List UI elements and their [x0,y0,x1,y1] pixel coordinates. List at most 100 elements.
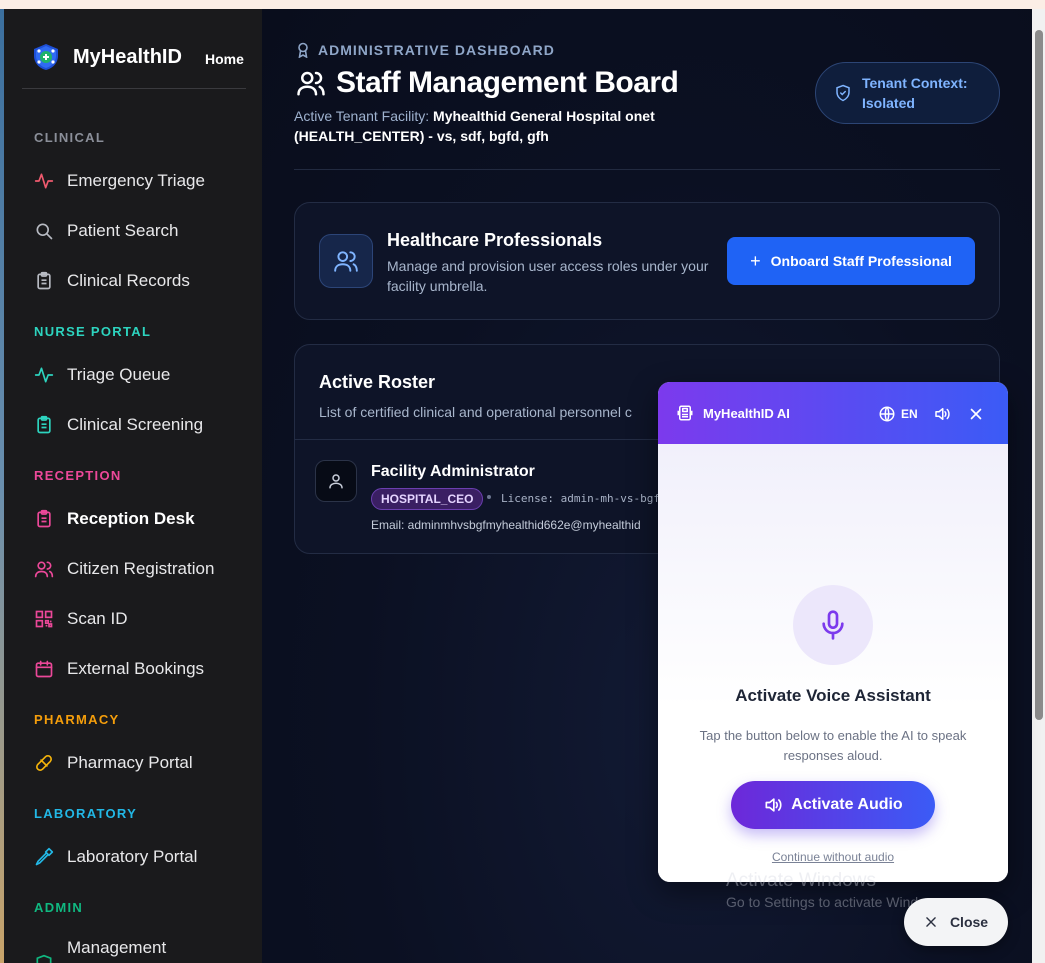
pill-icon [36,755,52,771]
tenant-context-badge: Tenant Context: Isolated [815,62,1000,124]
activity-icon [34,173,54,189]
sidebar-item-reception-desk[interactable]: Reception Desk [34,506,195,532]
sidebar: MyHealthID Home CLINICAL Emergency Triag… [4,9,262,963]
users-icon [297,71,325,96]
voice-assistant-description: Tap the button below to enable the AI to… [699,728,967,763]
watermark-line-1: Activate Windows [726,870,876,891]
clipboard-icon [37,415,51,434]
professionals-title: Healthcare Professionals [387,230,603,250]
globe-icon [879,406,895,422]
activate-audio-label: Activate Audio [791,796,903,813]
roster-subtitle: List of certified clinical and operation… [319,404,632,420]
award-icon [298,42,308,58]
divider [294,169,1000,170]
sidebar-item-label: Reception Desk [67,509,195,528]
sidebar-item-label: Triage Queue [67,365,171,384]
section-label-clinical: CLINICAL [34,130,106,145]
sidebar-item-label: Clinical Screening [67,415,204,434]
mic-badge [793,585,873,665]
calendar-icon [35,660,53,678]
tenant-context-text: Tenant Context: Isolated [862,75,968,111]
shield-icon [36,954,52,963]
activity-icon [34,367,54,383]
section-label-reception: RECEPTION [34,468,122,483]
sidebar-item-label: Laboratory Portal [67,847,198,866]
separator-dot [487,495,491,499]
onboard-staff-button[interactable]: + Onboard Staff Professional [727,237,975,285]
section-label-admin: ADMIN [34,900,84,915]
brand-name: MyHealthID [73,45,182,68]
breadcrumb-text: ADMINISTRATIVE DASHBOARD [318,42,555,58]
breadcrumb: ADMINISTRATIVE DASHBOARD [296,42,555,58]
shield-check-icon [836,84,850,102]
clipboard-icon [37,509,51,528]
email-text: Email: adminmhvsbgfmyhealthid662e@myheal… [371,518,641,532]
users-icon [34,561,54,578]
section-label-nurse-portal: NURSE PORTAL [34,324,152,339]
robot-icon [677,405,693,421]
activate-audio-button[interactable]: Activate Audio [731,781,935,829]
professionals-subtitle: Manage and provision user access roles u… [387,258,709,294]
volume-icon [765,798,782,812]
sidebar-item-label: Clinical Records [67,271,190,290]
role-badge: HOSPITAL_CEO [371,488,484,510]
qr-code-icon [35,610,53,628]
sidebar-item-patient-search[interactable]: Patient Search [34,218,179,244]
sidebar-item-scan-id[interactable]: Scan ID [34,606,127,632]
search-icon [36,223,53,240]
voice-assistant-heading: Activate Voice Assistant [735,686,931,705]
sidebar-item-label: Management [67,938,167,957]
pipette-icon [35,847,54,866]
scrollbar-thumb[interactable] [1035,30,1043,720]
section-label-pharmacy: PHARMACY [34,712,120,727]
user-icon [329,474,343,489]
browser-top-strip [0,0,1045,9]
facility-info: Active Tenant Facility: Myhealthid Gener… [294,106,714,146]
sidebar-item-external-bookings[interactable]: External Bookings [34,656,204,682]
roster-title: Active Roster [319,372,436,392]
sidebar-item-laboratory-portal[interactable]: Laboratory Portal [34,844,197,870]
professionals-icon-box [319,234,373,288]
section-label-laboratory: LABORATORY [34,806,138,821]
users-icon [334,251,358,272]
close-icon [926,917,936,927]
divider [22,88,246,89]
language-selector[interactable]: EN [878,405,918,423]
home-link[interactable]: Home [205,51,244,67]
sidebar-item-emergency-triage[interactable]: Emergency Triage [34,168,205,194]
sidebar-item-triage-queue[interactable]: Triage Queue [34,362,170,388]
sidebar-item-label: Scan ID [67,609,128,628]
sidebar-item-pharmacy-portal[interactable]: Pharmacy Portal [34,750,193,776]
sidebar-item-citizen-registration[interactable]: Citizen Registration [34,556,214,582]
close-button-label: Close [949,914,989,930]
sidebar-item-clinical-screening[interactable]: Clinical Screening [34,412,203,438]
ai-panel-body: Activate Voice Assistant Tap the button … [658,444,1008,882]
logo-shield-icon [34,44,58,70]
sidebar-item-label: Patient Search [67,221,179,240]
facility-label: Active Tenant Facility: [294,108,430,124]
clipboard-icon [37,271,51,290]
ai-assistant-panel: MyHealthID AI EN Activate Voice Assistan… [658,382,1008,882]
sidebar-item-clinical-records[interactable]: Clinical Records [34,268,190,294]
close-icon[interactable] [967,405,985,423]
sidebar-item-label: Emergency Triage [67,171,205,190]
page-title: Staff Management Board [296,66,679,100]
staff-name[interactable]: Facility Administrator [371,463,535,481]
avatar [315,460,357,502]
ai-panel-header: MyHealthID AI EN [658,382,1008,444]
sidebar-item-label: External Bookings [67,659,205,678]
close-button[interactable]: Close [904,898,1008,946]
onboard-staff-label: Onboard Staff Professional [770,253,952,269]
language-code: EN [901,407,918,421]
continue-without-audio-link[interactable]: Continue without audio [658,850,1008,864]
brand[interactable]: MyHealthID [32,43,182,71]
sidebar-item-label: Pharmacy Portal [67,753,193,772]
sidebar-item-label: Citizen Registration [67,559,215,578]
plus-icon: + [750,250,761,271]
microphone-icon [822,610,844,640]
volume-icon[interactable] [933,405,951,423]
page-title-text: Staff Management Board [336,66,679,99]
license-text: License: admin-mh-vs-bgf [501,492,658,505]
sidebar-item-management[interactable]: Management [34,938,166,963]
ai-panel-title: MyHealthID AI [703,406,790,421]
